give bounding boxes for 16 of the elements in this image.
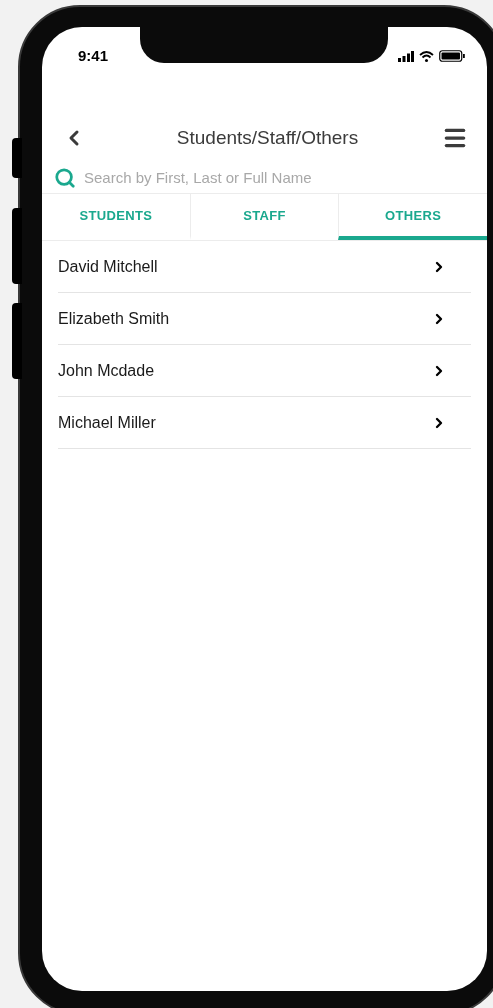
search-input[interactable]: Search by First, Last or Full Name [84, 166, 475, 190]
person-name: Michael Miller [58, 412, 156, 433]
person-row[interactable]: John Mcdade [58, 345, 471, 397]
person-name: Elizabeth Smith [58, 308, 170, 329]
person-name: John Mcdade [58, 360, 155, 381]
person-row[interactable]: Michael Miller [58, 397, 471, 449]
person-row[interactable]: David Mitchell [58, 241, 471, 293]
search-field[interactable]: Search by First, Last or Full Name [42, 163, 487, 193]
battery-icon [439, 50, 465, 62]
signal-icon [398, 50, 414, 62]
person-row[interactable]: Elizabeth Smith [58, 293, 471, 345]
status-time: 9:41 [78, 45, 109, 66]
wifi-icon [419, 50, 434, 62]
search-icon [54, 167, 76, 189]
screen-title: Students/Staff/Others [176, 125, 359, 150]
person-name: David Mitchell [58, 256, 158, 277]
